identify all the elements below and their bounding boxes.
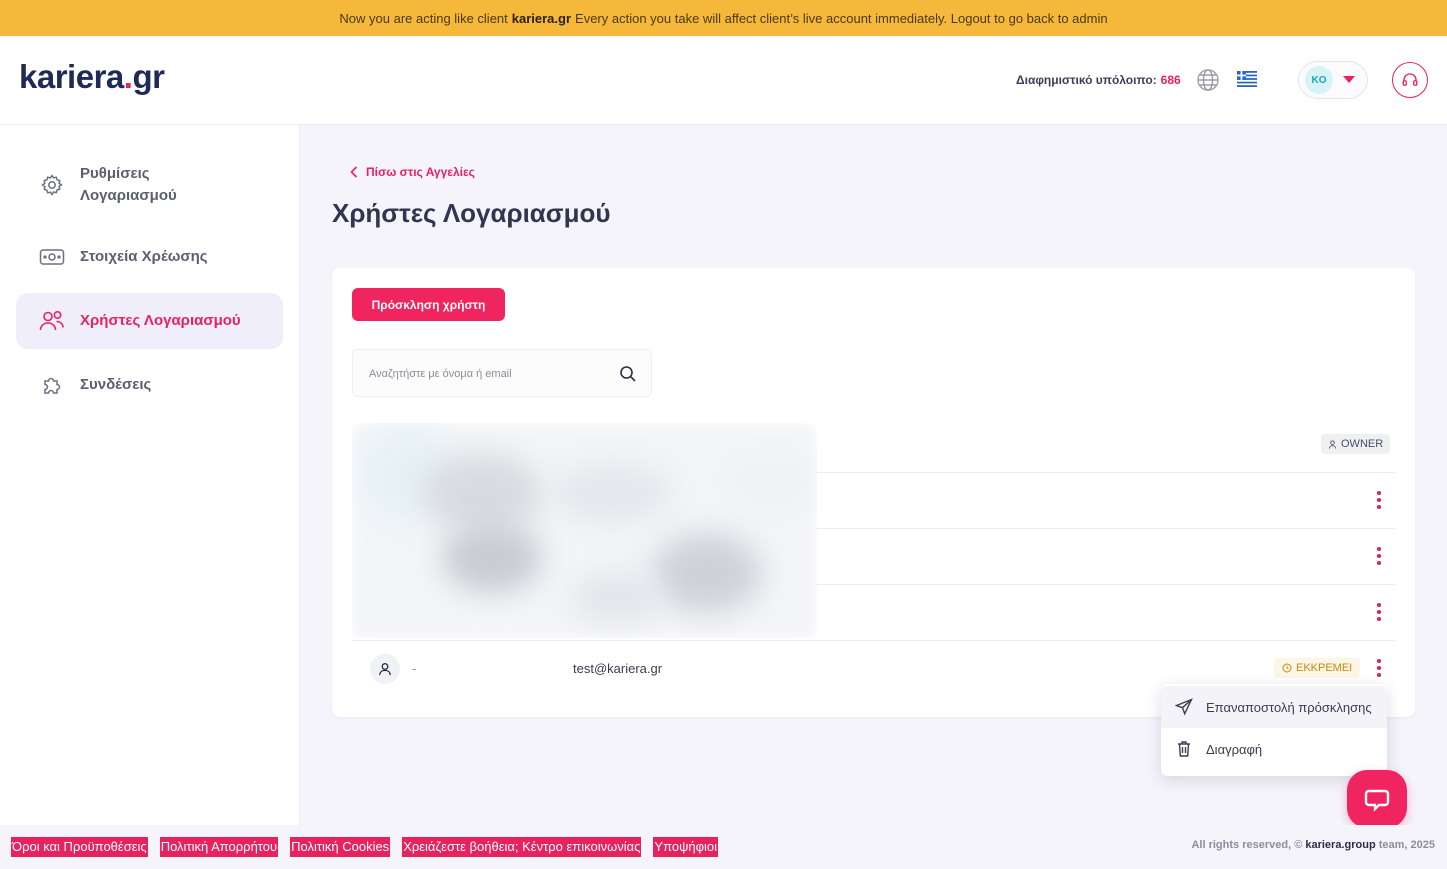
banner-prefix: Now you are acting like client <box>339 10 508 26</box>
users-icon <box>38 307 66 335</box>
chevron-down-icon <box>1343 76 1355 83</box>
copyright-suffix: team, 2025 <box>1378 839 1435 851</box>
footer-link-help-center[interactable]: Χρειάζεστε βοήθεια; Κέντρο επικοινωνίας <box>402 837 642 857</box>
footer-link-candidates[interactable]: Υποψήφιοι <box>653 837 719 857</box>
row-divider <box>815 584 1395 585</box>
pending-status-badge: ΕΚΚΡΕΜΕΙ <box>1274 658 1361 678</box>
send-icon <box>1175 698 1193 716</box>
sidebar-item-label: Χρήστες Λογαριασμού <box>80 312 241 329</box>
user-menu-button[interactable]: KO <box>1298 61 1368 99</box>
headset-icon <box>1402 73 1418 86</box>
footer-link-terms[interactable]: Όροι και Προϋποθέσεις <box>11 837 148 857</box>
footer-links: Όροι και Προϋποθέσεις Πολιτική Απορρήτου… <box>11 837 730 857</box>
settings-sidebar: Ρυθμίσεις Λογαριασμού Στοιχεία Χρέωσης Χ… <box>0 125 300 825</box>
puzzle-icon <box>38 371 66 399</box>
logo-text: kariera <box>19 58 124 95</box>
back-link-label: Πίσω στις Αγγελίες <box>366 165 475 179</box>
delete-user-menu-item[interactable]: Διαγραφή <box>1161 728 1387 770</box>
copyright-brand: kariera.group <box>1305 839 1376 851</box>
copyright: All rights reserved, © kariera.group tea… <box>1191 839 1435 851</box>
chevron-left-icon <box>350 166 358 178</box>
sidebar-item-billing[interactable]: Στοιχεία Χρέωσης <box>16 237 283 277</box>
chat-icon <box>1364 789 1390 812</box>
balance-value: 686 <box>1160 73 1181 87</box>
copyright-prefix: All rights reserved, © <box>1191 839 1303 851</box>
sidebar-item-label: Ρυθμίσεις Λογαριασμού <box>80 165 177 204</box>
pending-status-label: ΕΚΚΡΕΜΕΙ <box>1296 662 1353 674</box>
banner-client: kariera.gr <box>511 10 572 26</box>
user-name: - <box>412 661 417 676</box>
invite-user-button[interactable]: Πρόσκληση χρήστη <box>352 288 505 321</box>
row-actions-kebab-icon[interactable] <box>1371 601 1387 623</box>
menu-item-label: Επαναποστολή πρόσκλησης <box>1206 699 1372 715</box>
chat-widget-button[interactable] <box>1347 770 1407 828</box>
sidebar-item-account-settings[interactable]: Ρυθμίσεις Λογαριασμού <box>16 155 283 215</box>
trash-icon <box>1175 740 1193 758</box>
impersonation-banner: Now you are acting like client kariera.g… <box>0 0 1447 36</box>
user-email: test@kariera.gr <box>573 661 663 676</box>
user-search <box>352 349 652 397</box>
owner-badge: OWNER <box>1321 434 1391 454</box>
footer-link-cookies[interactable]: Πολιτική Cookies <box>290 837 391 857</box>
banknote-icon <box>38 243 66 271</box>
banner-suffix: Every action you take will affect client… <box>575 10 1108 26</box>
row-actions-kebab-icon[interactable] <box>1371 545 1387 567</box>
sidebar-item-integrations[interactable]: Συνδέσεις <box>16 365 283 405</box>
gear-icon <box>38 171 66 199</box>
user-avatar: KO <box>1305 66 1333 94</box>
globe-icon[interactable] <box>1196 68 1220 92</box>
person-icon <box>1328 439 1337 449</box>
blurred-user-rows <box>352 423 817 638</box>
page-footer: Όροι και Προϋποθέσεις Πολιτική Απορρήτου… <box>0 825 1447 869</box>
search-input[interactable] <box>369 364 609 384</box>
sidebar-item-account-users[interactable]: Χρήστες Λογαριασμού <box>16 293 283 349</box>
footer-link-privacy[interactable]: Πολιτική Απορρήτου <box>159 837 279 857</box>
top-header: kariera.gr Διαφημιστικό υπόλοιπο: 686 KO <box>0 36 1447 125</box>
greek-flag-icon[interactable] <box>1237 71 1257 87</box>
row-actions-kebab-icon[interactable] <box>1371 657 1387 679</box>
row-divider <box>815 528 1395 529</box>
ad-balance: Διαφημιστικό υπόλοιπο: 686 <box>1016 73 1181 87</box>
row-divider <box>352 640 1395 641</box>
row-actions-kebab-icon[interactable] <box>1371 489 1387 511</box>
page-title: Χρήστες Λογαριασμού <box>332 198 611 228</box>
sidebar-item-label: Στοιχεία Χρέωσης <box>80 248 208 265</box>
user-avatar <box>370 654 400 684</box>
resend-invitation-menu-item[interactable]: Επαναποστολή πρόσκλησης <box>1161 686 1387 728</box>
row-divider <box>815 472 1395 473</box>
clock-icon <box>1282 663 1292 673</box>
logo-tld: gr <box>132 58 165 95</box>
balance-label: Διαφημιστικό υπόλοιπο: <box>1016 73 1157 87</box>
person-icon <box>379 663 391 676</box>
menu-item-label: Διαγραφή <box>1206 741 1263 757</box>
kariera-logo[interactable]: kariera.gr <box>19 58 165 96</box>
users-card: Πρόσκληση χρήστη OWNER - test@kariera.gr… <box>332 268 1415 717</box>
back-to-jobs-link[interactable]: Πίσω στις Αγγελίες <box>350 165 475 179</box>
row-actions-menu: Επαναποστολή πρόσκλησης Διαγραφή <box>1161 684 1387 776</box>
support-button[interactable] <box>1392 62 1428 98</box>
owner-badge-label: OWNER <box>1341 438 1384 450</box>
sidebar-item-label: Συνδέσεις <box>80 376 152 393</box>
search-icon[interactable] <box>619 365 637 383</box>
